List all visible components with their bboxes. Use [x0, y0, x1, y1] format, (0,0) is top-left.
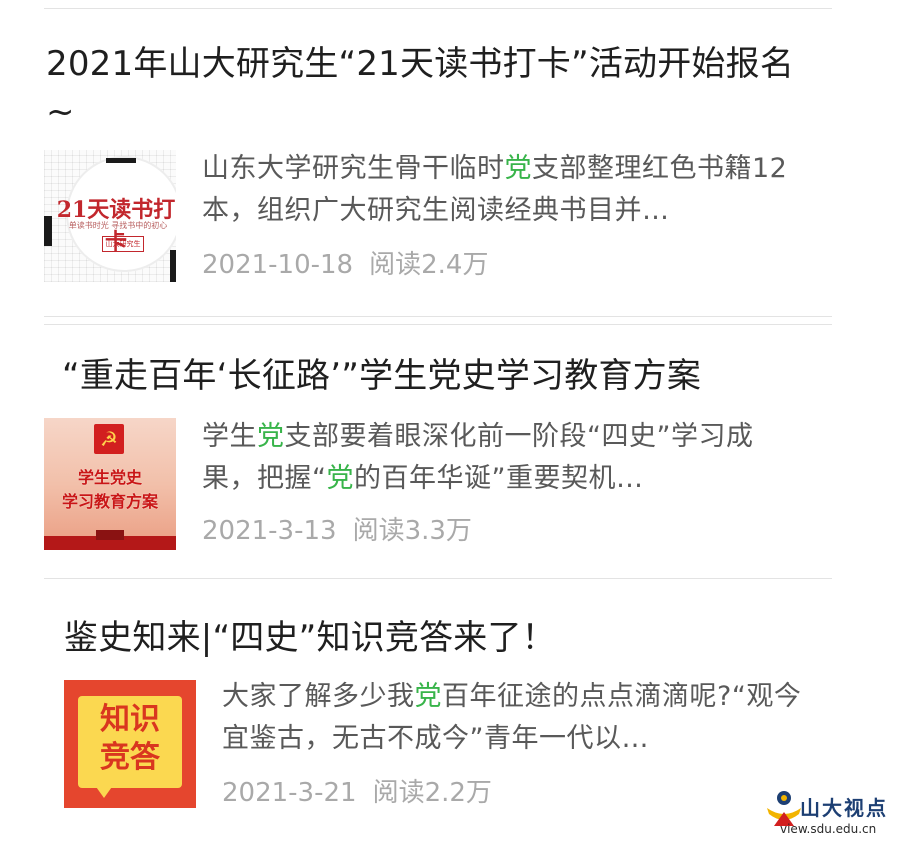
- view-count: 阅读2.2万: [372, 778, 492, 808]
- view-count: 阅读2.4万: [369, 250, 489, 280]
- publish-date: 2021-3-21: [222, 778, 357, 808]
- article-thumbnail[interactable]: ☭ 学生党史 学习教育方案: [44, 418, 176, 550]
- thumbnail-subtitle: 单读书时光 寻找书中的初心: [68, 221, 168, 230]
- summary-keyword-highlight: 党: [504, 153, 532, 184]
- article-card[interactable]: 2021年山大研究生“21天读书打卡”活动开始报名~ 21天读书打卡 单读书时光…: [0, 8, 900, 314]
- article-summary: 大家了解多少我党百年征途的点点滴滴呢?“观今宜鉴古，无古不成今”青年一代以…: [222, 676, 802, 760]
- article-thumbnail[interactable]: 知识 竞答: [64, 680, 196, 808]
- publish-date: 2021-10-18: [202, 250, 354, 280]
- article-summary: 学生党支部要着眼深化前一阶段“四史”学习成果，把握“党的百年华诞”重要契机…: [202, 416, 802, 500]
- article-title[interactable]: “重走百年‘长征路’”学生党史学习教育方案: [62, 352, 822, 400]
- article-title[interactable]: 2021年山大研究生“21天读书打卡”活动开始报名~: [46, 40, 806, 136]
- watermark-name: 山大视点: [800, 796, 888, 820]
- thumbnail-headline: 知识: [100, 702, 160, 737]
- tiananmen-icon: [96, 530, 124, 540]
- article-thumbnail[interactable]: 21天读书打卡 单读书时光 寻找书中的初心 山大研究生: [44, 150, 176, 282]
- summary-text: 的百年华诞”重要契机…: [354, 463, 644, 494]
- summary-keyword-highlight: 党: [257, 421, 285, 452]
- article-meta: 2021-3-21 阅读2.2万: [222, 776, 492, 810]
- summary-text: 山东大学研究生骨干临时: [202, 153, 505, 184]
- article-summary: 山东大学研究生骨干临时党支部整理红色书籍12本，组织广大研究生阅读经典书目并…: [202, 148, 802, 232]
- view-count: 阅读3.3万: [352, 516, 472, 546]
- article-meta: 2021-10-18 阅读2.4万: [202, 248, 488, 282]
- summary-text: 大家了解多少我: [222, 681, 415, 712]
- thumbnail-decoration: [44, 216, 52, 246]
- watermark-logo: 山大视点 view.sdu.edu.cn: [767, 786, 890, 846]
- watermark-url: view.sdu.edu.cn: [780, 822, 877, 836]
- thumbnail-decoration: [106, 158, 136, 163]
- summary-keyword-highlight: 党: [326, 463, 354, 494]
- thumbnail-decoration: [170, 250, 176, 282]
- thumbnail-stamp: 山大研究生: [102, 236, 144, 252]
- summary-keyword-highlight: 党: [414, 681, 442, 712]
- thumbnail-headline: 学生党史: [77, 468, 142, 487]
- article-card[interactable]: “重走百年‘长征路’”学生党史学习教育方案 ☭ 学生党史 学习教育方案 学生党支…: [0, 324, 900, 576]
- publish-date: 2021-3-13: [202, 516, 337, 546]
- article-list: 2021年山大研究生“21天读书打卡”活动开始报名~ 21天读书打卡 单读书时光…: [0, 0, 900, 848]
- thumbnail-subtitle: 学习教育方案: [61, 492, 158, 511]
- divider: [44, 578, 832, 579]
- article-meta: 2021-3-13 阅读3.3万: [202, 514, 472, 548]
- party-emblem-icon: ☭: [94, 424, 124, 454]
- article-title[interactable]: 鉴史知来|“四史”知识竞答来了！: [64, 614, 804, 662]
- divider: [44, 316, 832, 317]
- speech-bubble-tail: [94, 784, 114, 798]
- summary-text: 学生: [202, 421, 257, 452]
- thumbnail-subtitle: 竞答: [100, 740, 160, 775]
